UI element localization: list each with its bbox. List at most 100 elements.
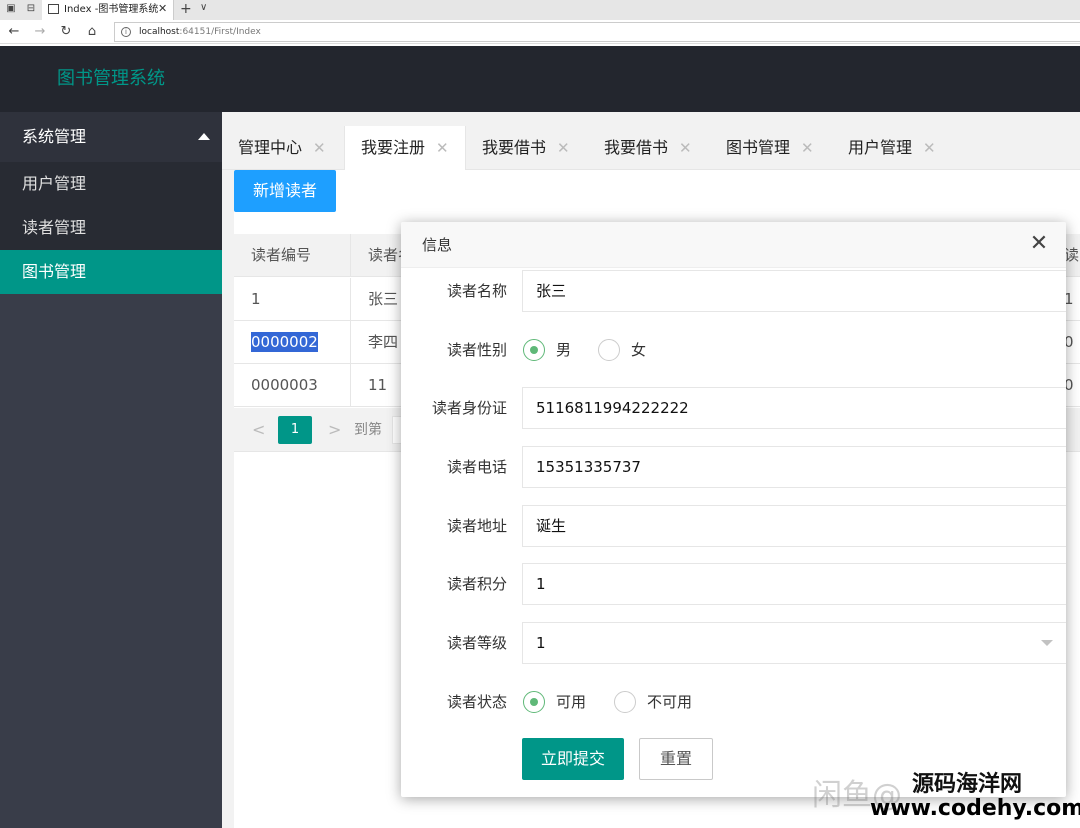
reader-phone-input[interactable]: 15351335737 [522,446,1066,488]
field-label: 读者积分 [446,575,507,593]
browser-tab-bar: ▣ ⊟ Index -图书管理系统 ✕ + ∨ [0,0,1080,20]
table-cell: 1 [1064,290,1074,308]
page-icon [48,4,59,14]
reset-button[interactable]: 重置 [639,738,713,780]
reader-name-input[interactable]: 张三 [522,270,1066,312]
table-cell: 1 [234,278,351,321]
page-number-current[interactable]: 1 [278,416,312,444]
form-row-phone: 读者电话 15351335737 [401,446,1066,488]
field-label: 读者状态 [446,693,507,711]
tab-menu-chevron-icon[interactable]: ∨ [200,2,207,13]
tab-close-icon[interactable]: ✕ [313,138,326,158]
table-cell: 0 [1064,376,1074,394]
tab-label: 管理中心 [238,138,303,157]
table-cell: 0000003 [234,364,351,407]
table-cell: 0000002 [234,321,351,364]
column-header[interactable]: 读者编号 [234,234,351,277]
url-text: localhost:64151/First/Index [139,26,261,38]
page-tab-bar: 管理中心 ✕ 我要注册 ✕ 我要借书 ✕ 我要借书 ✕ 图书管理 ✕ 用户管理 … [222,126,1080,171]
form-row-name: 读者名称 张三 [401,270,1066,312]
watermark-url: www.codehy.com [870,796,1080,821]
radio-label: 男 [556,341,572,359]
tab-close-icon[interactable]: ✕ [557,138,570,158]
sidebar-item-label: 用户管理 [22,174,87,193]
url-input[interactable]: i localhost:64151/First/Index [114,22,1080,42]
radio-unchecked-icon [614,691,636,713]
caret-up-icon [198,133,210,140]
tab-close-icon[interactable]: ✕ [679,138,692,158]
form-row-points: 读者积分 1 [401,563,1066,605]
sidebar-item-label: 读者管理 [22,218,87,237]
new-tab-button[interactable]: + [180,1,192,17]
reader-id-card-input[interactable]: 5116811994222222 [522,387,1066,429]
column-header[interactable]: 读 [1064,234,1080,277]
tab-user-management[interactable]: 用户管理 ✕ [832,126,954,170]
browser-tab-title: Index -图书管理系统 [64,4,159,15]
browser-tab-active[interactable]: Index -图书管理系统 ✕ [42,0,174,20]
dialog-title: 信息 [422,236,453,254]
field-label: 读者等级 [446,634,507,652]
home-icon[interactable]: ⌂ [84,24,100,40]
next-page-chevron-icon[interactable]: > [328,420,341,440]
sidebar-item-label: 图书管理 [22,262,87,281]
watermark-text: 源码海洋网 [912,772,1023,797]
reader-info-dialog: 信息 ✕ 读者名称 张三 读者性别 男 女 读者身份证 511681199422… [401,222,1066,797]
field-label: 读者性别 [446,341,507,359]
site-info-icon[interactable]: i [121,27,131,37]
sidebar-group-label: 系统管理 [22,127,87,146]
form-row-id: 读者身份证 5116811994222222 [401,387,1066,429]
field-label: 读者地址 [446,517,507,535]
dropdown-arrow-icon[interactable] [1041,640,1053,646]
reader-level-select[interactable]: 1 [522,622,1066,664]
form-row-level: 读者等级 1 [401,622,1066,664]
sidebar-item-users[interactable]: 用户管理 [0,162,222,206]
tab-actions-icon[interactable]: ▣ [5,3,17,15]
tab-borrow-1[interactable]: 我要借书 ✕ [466,126,588,170]
submit-button[interactable]: 立即提交 [522,738,624,780]
tab-label: 用户管理 [848,138,913,157]
form-row-gender: 读者性别 男 女 [401,329,1066,371]
tab-admin-center[interactable]: 管理中心 ✕ [222,126,344,170]
field-label: 读者名称 [446,282,507,300]
goto-page-label: 到第 [354,422,382,438]
tab-label: 我要注册 [361,138,426,157]
radio-label: 女 [631,341,647,359]
tab-close-icon[interactable]: ✕ [801,138,814,158]
radio-checked-icon [523,339,545,361]
url-path: :64151/First/Index [179,27,261,37]
prev-page-chevron-icon[interactable]: < [252,420,265,440]
tab-close-icon[interactable]: ✕ [436,138,449,158]
field-label: 读者电话 [446,458,507,476]
tab-register[interactable]: 我要注册 ✕ [344,126,466,171]
radio-label: 不可用 [647,693,693,711]
tab-close-icon[interactable]: ✕ [923,138,936,158]
selected-text: 0000002 [251,332,318,352]
radio-checked-icon [523,691,545,713]
tab-aside-icon[interactable]: ⊟ [25,3,37,15]
reader-address-input[interactable]: 诞生 [522,505,1066,547]
app-title[interactable]: 图书管理系统 [57,68,165,90]
close-icon[interactable]: ✕ [1029,233,1049,255]
sidebar-group-system[interactable]: 系统管理 [0,112,222,162]
form-row-status: 读者状态 可用 不可用 [401,681,1066,723]
reader-points-input[interactable]: 1 [522,563,1066,605]
back-arrow-icon[interactable]: ← [6,24,22,40]
radio-label: 可用 [556,693,587,711]
app-header: 图书管理系统 [0,46,1080,112]
browser-address-bar: ← → ↻ ⌂ i localhost:64151/First/Index [0,20,1080,44]
tab-book-management[interactable]: 图书管理 ✕ [710,126,832,170]
add-reader-button[interactable]: 新增读者 [234,170,336,212]
tab-borrow-2[interactable]: 我要借书 ✕ [588,126,710,170]
dialog-header: 信息 ✕ [401,222,1066,268]
tab-label: 我要借书 [604,138,669,157]
forward-arrow-icon[interactable]: → [32,24,48,40]
tab-label: 我要借书 [482,138,547,157]
browser-tab-close-icon[interactable]: ✕ [158,2,167,15]
tab-label: 图书管理 [726,138,791,157]
sidebar-item-readers[interactable]: 读者管理 [0,206,222,250]
url-host: localhost [139,27,180,37]
form-row-address: 读者地址 诞生 [401,505,1066,547]
refresh-icon[interactable]: ↻ [58,24,74,40]
sidebar-item-books[interactable]: 图书管理 [0,250,222,294]
sidebar: 系统管理 用户管理 读者管理 图书管理 [0,112,222,828]
